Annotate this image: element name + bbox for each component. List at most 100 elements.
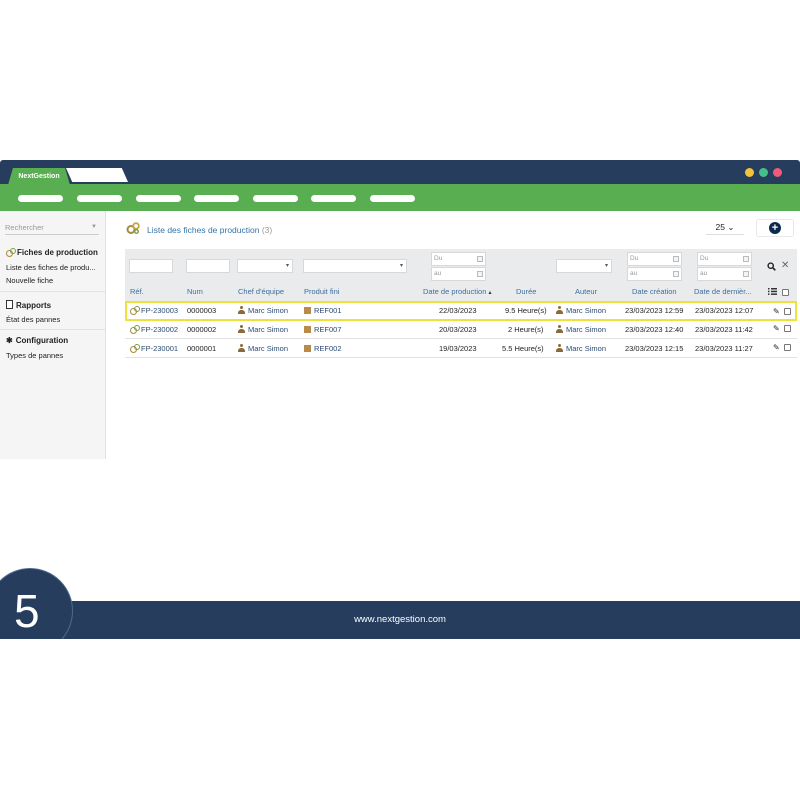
row-auteur[interactable]: Marc Simon <box>556 303 606 319</box>
menu-placeholder-2[interactable] <box>77 195 122 202</box>
row-chef[interactable]: Marc Simon <box>238 320 288 339</box>
menu-placeholder-6[interactable] <box>311 195 356 202</box>
product-box-icon <box>304 326 311 333</box>
filter-auteur-select[interactable] <box>556 259 612 273</box>
browser-tab-inactive[interactable] <box>66 168 128 182</box>
edit-pencil-icon[interactable]: ✎ <box>773 343 780 352</box>
select-all-checkbox[interactable] <box>782 289 789 296</box>
col-header-produit[interactable]: Produit fini <box>304 287 339 296</box>
menu-placeholder-1[interactable] <box>18 195 63 202</box>
footer-mask <box>0 639 800 659</box>
row-produit[interactable]: REF001 <box>304 303 342 319</box>
row-ref-cell[interactable]: FP-230003 <box>130 303 178 319</box>
edit-pencil-icon[interactable]: ✎ <box>773 307 780 316</box>
menu-placeholder-7[interactable] <box>370 195 415 202</box>
filter-date-prod-from[interactable]: Du <box>431 252 486 266</box>
sidebar-section-configuration[interactable]: ✱ Configuration <box>6 336 68 345</box>
row-produit-link[interactable]: REF001 <box>314 306 342 315</box>
col-header-duree[interactable]: Durée <box>516 287 536 296</box>
user-icon <box>238 306 245 314</box>
row-ref-link[interactable]: FP-230002 <box>141 325 178 334</box>
col-header-chef[interactable]: Chef d'équipe <box>238 287 284 296</box>
row-chef-link[interactable]: Marc Simon <box>248 325 288 334</box>
row-auteur[interactable]: Marc Simon <box>556 320 606 339</box>
minimize-dot[interactable] <box>745 168 754 177</box>
row-auteur-link[interactable]: Marc Simon <box>566 306 606 315</box>
filter-num-input[interactable] <box>186 259 230 273</box>
sidebar-search-select[interactable]: Rechercher ▼ <box>5 221 99 235</box>
menu-placeholder-3[interactable] <box>136 195 181 202</box>
browser-tab-active[interactable]: NextGestion <box>8 168 70 185</box>
filter-ref-input[interactable] <box>129 259 173 273</box>
chevron-down-icon: ▼ <box>91 224 97 230</box>
filter-chef-select[interactable] <box>237 259 293 273</box>
sort-asc-icon: ▴ <box>488 290 492 296</box>
table-row[interactable]: FP-230003 0000003 Marc Simon REF001 22/0… <box>125 301 797 321</box>
row-checkbox[interactable] <box>784 325 791 332</box>
maximize-dot[interactable] <box>759 168 768 177</box>
row-produit[interactable]: REF002 <box>304 339 342 358</box>
gear-icon: ✱ <box>6 336 13 345</box>
row-checkbox[interactable] <box>784 308 791 315</box>
calendar-icon[interactable] <box>743 256 749 262</box>
row-date-modif: 23/03/2023 11:27 <box>695 344 753 353</box>
col-header-ref[interactable]: Réf. <box>130 287 144 296</box>
row-produit-link[interactable]: REF002 <box>314 344 342 353</box>
per-page-select[interactable]: 25 ⌄ <box>706 220 744 235</box>
col-header-auteur[interactable]: Auteur <box>575 287 597 296</box>
calendar-icon[interactable] <box>477 256 483 262</box>
row-duree: 5.5 Heure(s) <box>502 344 544 353</box>
search-icon[interactable] <box>767 262 776 271</box>
col-header-date-prod[interactable]: Date de production ▴ <box>423 287 492 296</box>
row-date-modif: 23/03/2023 12:07 <box>695 306 754 315</box>
calendar-icon[interactable] <box>673 256 679 262</box>
row-chef-link[interactable]: Marc Simon <box>248 306 288 315</box>
row-checkbox[interactable] <box>784 344 791 351</box>
menu-placeholder-5[interactable] <box>253 195 298 202</box>
row-auteur[interactable]: Marc Simon <box>556 339 606 358</box>
sidebar-item-liste-fiches[interactable]: Liste des fiches de produ... <box>6 263 101 272</box>
col-header-label: Date de production <box>423 287 487 296</box>
col-header-num[interactable]: Num <box>187 287 203 296</box>
add-button[interactable]: + <box>756 219 794 237</box>
row-ref-link[interactable]: FP-230001 <box>141 344 178 353</box>
user-icon <box>556 344 563 352</box>
filter-date-modif-to[interactable]: au <box>697 267 752 281</box>
edit-pencil-icon[interactable]: ✎ <box>773 324 780 333</box>
calendar-icon[interactable] <box>477 271 483 277</box>
row-chef-link[interactable]: Marc Simon <box>248 344 288 353</box>
filter-date-creation-from[interactable]: Du <box>627 252 682 266</box>
sidebar-item-types-pannes[interactable]: Types de pannes <box>6 351 101 360</box>
sidebar-item-etat-pannes[interactable]: État des pannes <box>6 315 101 324</box>
user-icon <box>556 325 563 333</box>
sidebar-section-rapports[interactable]: Rapports <box>6 299 51 310</box>
row-ref-cell[interactable]: FP-230002 <box>130 320 178 339</box>
row-produit[interactable]: REF007 <box>304 320 342 339</box>
row-ref-link[interactable]: FP-230003 <box>141 306 178 315</box>
sidebar-section-fiches[interactable]: Fiches de production <box>6 247 98 257</box>
menu-placeholder-4[interactable] <box>194 195 239 202</box>
calendar-icon[interactable] <box>743 271 749 277</box>
filter-date-creation-to[interactable]: au <box>627 267 682 281</box>
table-row[interactable]: FP-230002 0000002 Marc Simon REF007 20/0… <box>125 320 797 339</box>
close-dot[interactable] <box>773 168 782 177</box>
list-columns-icon[interactable] <box>768 288 777 295</box>
row-auteur-link[interactable]: Marc Simon <box>566 344 606 353</box>
clear-filter-icon[interactable]: ✕ <box>781 260 789 271</box>
row-ref-cell[interactable]: FP-230001 <box>130 339 178 358</box>
gears-icon <box>130 306 140 315</box>
row-duree: 2 Heure(s) <box>508 325 544 334</box>
row-chef[interactable]: Marc Simon <box>238 303 288 319</box>
col-header-date-creation[interactable]: Date création <box>632 287 677 296</box>
col-header-date-modif[interactable]: Date de dernièr... <box>694 287 752 296</box>
calendar-icon[interactable] <box>673 271 679 277</box>
sidebar-item-nouvelle-fiche[interactable]: Nouvelle fiche <box>6 276 101 285</box>
row-chef[interactable]: Marc Simon <box>238 339 288 358</box>
filter-produit-select[interactable] <box>303 259 407 273</box>
filter-date-modif-from[interactable]: Du <box>697 252 752 266</box>
row-produit-link[interactable]: REF007 <box>314 325 342 334</box>
row-auteur-link[interactable]: Marc Simon <box>566 325 606 334</box>
filter-date-prod-to[interactable]: au <box>431 267 486 281</box>
row-date-modif: 23/03/2023 11:42 <box>695 325 753 334</box>
table-row[interactable]: FP-230001 0000001 Marc Simon REF002 19/0… <box>125 339 797 358</box>
